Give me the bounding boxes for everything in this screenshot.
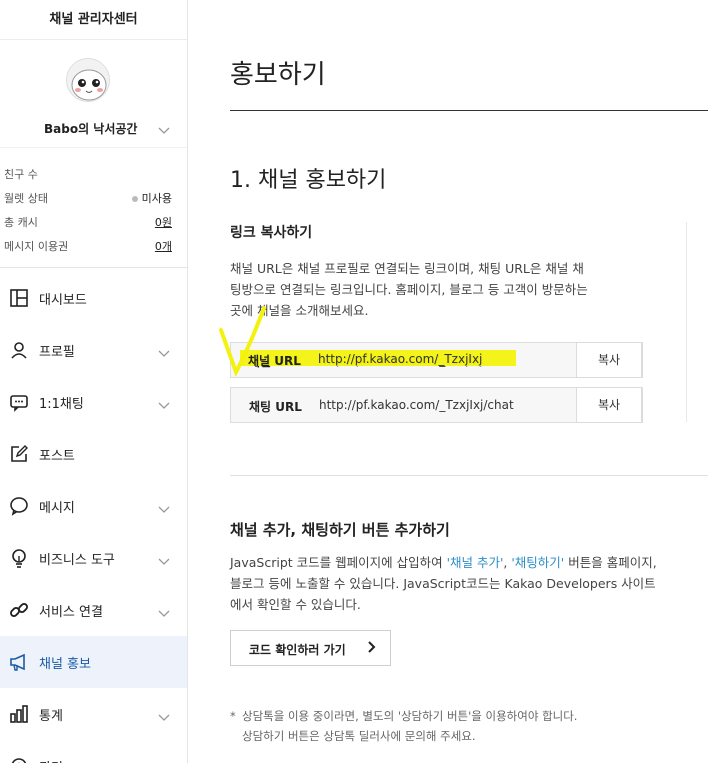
sidebar-menu: 대시보드 프로필 1:1채팅 포스트 메시지 비즈니스 도구 서비스 연결 채널… (0, 272, 187, 763)
chat-url-label: 채팅 URL (249, 400, 302, 414)
sidebar-item-label: 프로필 (39, 345, 75, 360)
chevron-down-icon (158, 707, 170, 726)
chevron-down-icon (158, 343, 170, 362)
stat-wallet: 월렛 상태 미사용 (4, 190, 172, 212)
sidebar-item-stats[interactable]: 통계 (0, 688, 187, 740)
page-title: 홍보하기 (230, 60, 326, 90)
stat-label: 친구 수 (4, 168, 38, 181)
chevron-down-icon (158, 603, 170, 622)
view-code-label: 코드 확인하러 가기 (249, 643, 346, 657)
notice-line: 상담톡을 이용 중이라면, 별도의 '상담하기 버튼'을 이용하여야 합니다. (242, 709, 578, 723)
avatar-character-icon (67, 59, 109, 101)
sidebar-item-service-connect[interactable]: 서비스 연결 (0, 584, 187, 636)
account-stats: 친구 수 월렛 상태 미사용 총 캐시 0원 메시지 이용권 0개 (0, 148, 187, 268)
sidebar-item-label: 통계 (39, 709, 63, 724)
sidebar-item-label: 서비스 연결 (39, 605, 103, 620)
channel-url-row: 채널 URL http://pf.kakao.com/_TzxjIxj 복사 (230, 342, 643, 378)
chevron-down-icon (158, 551, 170, 570)
button-section-description: JavaScript 코드를 웹페이지에 삽입하여 '채널 추가', '채팅하기… (230, 552, 660, 615)
message-icon (9, 496, 29, 516)
stat-cash: 총 캐시 0원 (4, 214, 172, 236)
megaphone-icon (9, 652, 29, 672)
chat-icon (9, 392, 29, 412)
stat-label: 메시지 이용권 (4, 240, 69, 253)
avatar[interactable] (66, 58, 110, 102)
sidebar-item-business-tools[interactable]: 비즈니스 도구 (0, 532, 187, 584)
sidebar-item-manage[interactable]: 관리 (0, 740, 187, 763)
chevron-right-icon (368, 641, 376, 657)
stat-label: 월렛 상태 (4, 192, 48, 205)
copy-chat-url-button[interactable]: 복사 (576, 387, 642, 423)
main-content: 홍보하기 1. 채널 홍보하기 링크 복사하기 채널 URL은 채널 프로필로 … (188, 0, 708, 763)
channel-url-value[interactable]: http://pf.kakao.com/_TzxjIxj (319, 353, 483, 367)
message-ticket-link[interactable]: 0개 (155, 238, 172, 254)
chevron-down-icon (158, 120, 170, 139)
section-title-promote: 1. 채널 홍보하기 (230, 168, 387, 193)
desc-text: JavaScript 코드를 웹페이지에 삽입하여 (230, 555, 447, 570)
chat-highlight: '채팅하기' (511, 555, 565, 570)
sidebar-item-label: 채널 홍보 (39, 657, 91, 672)
section-divider (230, 475, 708, 476)
stat-label: 총 캐시 (4, 216, 38, 229)
bulb-icon (9, 548, 29, 568)
sidebar-item-label: 메시지 (39, 501, 75, 516)
link-icon (9, 600, 29, 620)
sidebar-item-post[interactable]: 포스트 (0, 428, 187, 480)
cash-link[interactable]: 0원 (155, 214, 172, 230)
link-copy-title: 링크 복사하기 (230, 225, 313, 241)
sidebar-item-channel-promo[interactable]: 채널 홍보 (0, 636, 187, 688)
stat-message-tickets: 메시지 이용권 0개 (4, 238, 172, 260)
notice-asterisk: * (230, 709, 236, 723)
sidebar-item-label: 관리 (39, 757, 63, 763)
notice-line: 상담하기 버튼은 상담톡 딜러사에 문의해 주세요. (242, 729, 476, 743)
wallet-status: 미사용 (141, 192, 172, 205)
vertical-divider (686, 222, 687, 422)
sidebar-item-dashboard[interactable]: 대시보드 (0, 272, 187, 324)
chevron-down-icon (158, 499, 170, 518)
chat-url-value[interactable]: http://pf.kakao.com/_TzxjIxj/chat (319, 398, 514, 412)
link-copy-description: 채널 URL은 채널 프로필로 연결되는 링크이며, 채팅 URL은 채널 채팅… (230, 261, 588, 318)
title-divider (230, 110, 708, 111)
view-code-button[interactable]: 코드 확인하러 가기 (230, 630, 391, 666)
stat-friends: 친구 수 (4, 166, 172, 188)
person-icon (9, 340, 29, 360)
sidebar-item-label: 비즈니스 도구 (39, 553, 115, 568)
sidebar-title: 채널 관리자센터 (0, 0, 187, 40)
chat-url-row: 채팅 URL http://pf.kakao.com/_TzxjIxj/chat… (230, 387, 643, 423)
profile-selector[interactable]: Babo의 낙서공간 (0, 112, 188, 142)
button-section-title: 채널 추가, 채팅하기 버튼 추가하기 (230, 521, 450, 539)
add-channel-highlight: '채널 추가' (446, 555, 504, 570)
sidebar-item-chat[interactable]: 1:1채팅 (0, 376, 187, 428)
profile-section: Babo의 낙서공간 (0, 40, 187, 148)
dashboard-icon (9, 288, 29, 308)
stat-value: 미사용 (131, 190, 172, 206)
copy-channel-url-button[interactable]: 복사 (576, 342, 642, 378)
bar-chart-icon (9, 704, 29, 724)
channel-url-label: 채널 URL (249, 355, 302, 369)
chevron-down-icon (158, 395, 170, 414)
profile-name: Babo의 낙서공간 (44, 122, 138, 136)
sidebar: 채널 관리자센터 Babo의 낙서공간 친구 수 월렛 상태 미사용 총 캐시 … (0, 0, 188, 763)
status-dot-icon (131, 196, 138, 202)
edit-icon (9, 444, 29, 464)
sidebar-item-profile[interactable]: 프로필 (0, 324, 187, 376)
settings-icon (9, 756, 29, 763)
sidebar-item-label: 1:1채팅 (39, 397, 84, 412)
sidebar-item-label: 대시보드 (39, 293, 87, 308)
sidebar-item-message[interactable]: 메시지 (0, 480, 187, 532)
sidebar-item-label: 포스트 (39, 449, 75, 464)
